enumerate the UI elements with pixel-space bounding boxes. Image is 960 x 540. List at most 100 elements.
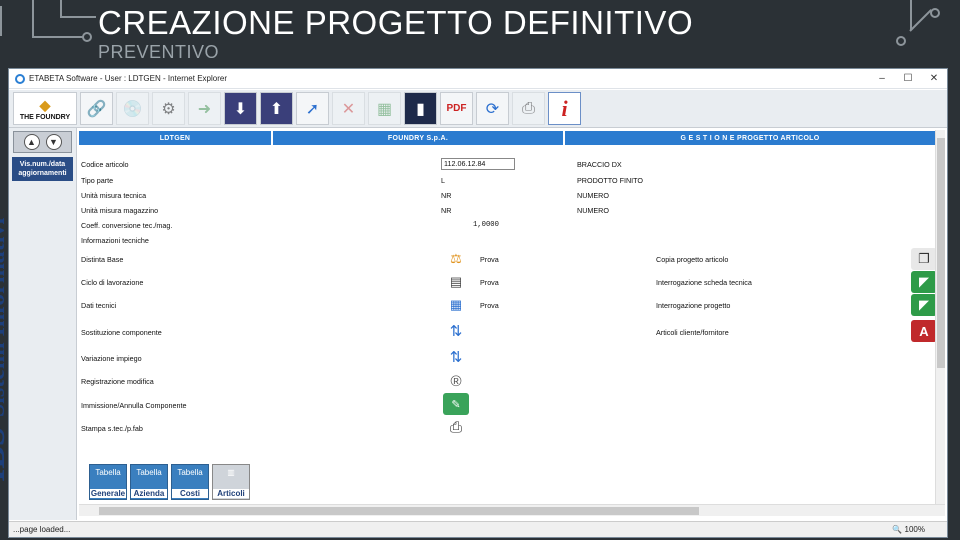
bg-circuit-dot bbox=[896, 36, 906, 46]
bg-circuit-line bbox=[32, 0, 34, 38]
ie-logo-icon bbox=[15, 73, 25, 84]
umm-label: Unità misura magazzino bbox=[81, 206, 159, 215]
bg-circuit-line bbox=[34, 36, 84, 38]
horizontal-scrollbar[interactable] bbox=[79, 504, 945, 516]
registered-icon[interactable]: ® bbox=[443, 370, 469, 392]
prova-link-1[interactable]: Prova bbox=[480, 255, 499, 264]
disc-icon[interactable]: 💿 bbox=[116, 92, 149, 125]
foundry-logo-icon[interactable]: ◆ THE FOUNDRY bbox=[13, 92, 77, 125]
left-panel: ▲ ▼ Vis.num./data aggiornamenti IBS Siste… bbox=[0, 128, 77, 520]
stampa-label[interactable]: Stampa s.tec./p.fab bbox=[81, 424, 143, 433]
tile-bottom: Azienda bbox=[131, 489, 167, 498]
tile-top: ▥ bbox=[227, 468, 235, 477]
immissione-label[interactable]: Immissione/Annulla Componente bbox=[81, 401, 186, 410]
vertical-scrollbar[interactable] bbox=[935, 130, 945, 504]
window-titlebar: ETABETA Software - User : LDTGEN - Inter… bbox=[9, 69, 947, 89]
bg-circuit-line bbox=[0, 6, 2, 36]
dati-icon[interactable]: ▦ bbox=[443, 296, 469, 314]
swap-arrows-icon[interactable]: ⇅ bbox=[443, 320, 469, 342]
tile-bottom: Articoli bbox=[213, 489, 249, 498]
door-icon[interactable]: ▮ bbox=[404, 92, 437, 125]
variazione-label[interactable]: Variazione impiego bbox=[81, 354, 142, 363]
maximize-button[interactable]: ☐ bbox=[895, 73, 921, 84]
header-company: FOUNDRY S.p.A. bbox=[273, 131, 563, 145]
edit-green-icon[interactable]: ✎ bbox=[443, 393, 469, 415]
interr-progetto-label[interactable]: Interrogazione progetto bbox=[656, 301, 730, 310]
tile-generale[interactable]: Tabella Generale bbox=[89, 464, 127, 500]
status-bar: ...page loaded... 🔍 100% bbox=[9, 521, 947, 537]
copy-icon[interactable]: ❐ bbox=[911, 248, 937, 270]
status-text: ...page loaded... bbox=[13, 525, 71, 534]
interr-scheda-icon[interactable]: ◤ bbox=[911, 271, 937, 293]
brand-ibs: IBS bbox=[0, 427, 12, 482]
tile-top: Tabella bbox=[95, 468, 121, 477]
search-arrow-icon[interactable]: ➚ bbox=[296, 92, 329, 125]
prova-link-2[interactable]: Prova bbox=[480, 278, 499, 287]
distinta-label[interactable]: Distinta Base bbox=[81, 255, 123, 264]
tipo-label: Tipo parte bbox=[81, 176, 114, 185]
exit-icon[interactable]: ➜ bbox=[188, 92, 221, 125]
interr-scheda-label[interactable]: Interrogazione scheda tecnica bbox=[656, 278, 752, 287]
copia-label[interactable]: Copia progetto articolo bbox=[656, 255, 728, 264]
ibs-brand: IBS Sistemi Informativi bbox=[0, 192, 13, 482]
refresh-icon[interactable]: ⟳ bbox=[476, 92, 509, 125]
bg-circuit-line bbox=[909, 9, 932, 32]
window-title: ETABETA Software - User : LDTGEN - Inter… bbox=[29, 74, 227, 83]
dati-label[interactable]: Dati tecnici bbox=[81, 301, 116, 310]
print-icon[interactable]: ⎙ bbox=[512, 92, 545, 125]
umm-desc: NUMERO bbox=[577, 206, 609, 215]
scroll-thumb[interactable] bbox=[937, 138, 945, 368]
slide-title: CREAZIONE PROGETTO DEFINITIVO bbox=[98, 4, 694, 41]
tile-articoli[interactable]: ▥ Articoli bbox=[212, 464, 250, 500]
main-content: LDTGEN FOUNDRY S.p.A. G E S T I O N E PR… bbox=[79, 130, 937, 504]
book-down-icon[interactable]: ⬇ bbox=[224, 92, 257, 125]
pdf-icon[interactable]: PDF bbox=[440, 92, 473, 125]
info-tecniche-label: Informazioni tecniche bbox=[81, 236, 149, 245]
swap-arrows-icon-2[interactable]: ⇅ bbox=[443, 346, 469, 368]
umt-value: NR bbox=[441, 191, 452, 200]
tile-costi[interactable]: Tabella Costi bbox=[171, 464, 209, 500]
book-up-icon[interactable]: ⬆ bbox=[260, 92, 293, 125]
info-icon[interactable]: i bbox=[548, 92, 581, 125]
bg-circuit-line bbox=[60, 16, 96, 18]
access-icon[interactable]: A bbox=[911, 320, 937, 342]
link-icon[interactable]: 🔗 bbox=[80, 92, 113, 125]
registrazione-label[interactable]: Registrazione modifica bbox=[81, 377, 154, 386]
delete-icon[interactable]: ✕ bbox=[332, 92, 365, 125]
header-section: G E S T I O N E PROGETTO ARTICOLO bbox=[565, 131, 935, 145]
disc-dim-icon[interactable]: ⚙ bbox=[152, 92, 185, 125]
ciclo-icon[interactable]: ▤ bbox=[443, 273, 469, 291]
tipo-desc: PRODOTTO FINITO bbox=[577, 176, 644, 185]
arrow-down-icon[interactable]: ▼ bbox=[45, 134, 62, 150]
arrow-up-icon[interactable]: ▲ bbox=[23, 134, 40, 150]
close-button[interactable]: ✕ bbox=[921, 73, 947, 84]
printer-icon[interactable]: ⎙ bbox=[443, 416, 469, 438]
tile-top: Tabella bbox=[136, 468, 162, 477]
slide-subtitle: PREVENTIVO bbox=[98, 42, 220, 62]
zoom-level[interactable]: 🔍 100% bbox=[892, 525, 925, 534]
logo-text: THE FOUNDRY bbox=[19, 113, 71, 121]
browser-window: ETABETA Software - User : LDTGEN - Inter… bbox=[0, 68, 948, 538]
brand-text: Sistemi Informativi bbox=[0, 217, 10, 418]
tile-top: Tabella bbox=[177, 468, 203, 477]
codice-input[interactable]: 112.06.12.84 bbox=[441, 158, 515, 170]
minimize-button[interactable]: – bbox=[869, 73, 895, 84]
tile-azienda[interactable]: Tabella Azienda bbox=[130, 464, 168, 500]
prova-link-3[interactable]: Prova bbox=[480, 301, 499, 310]
app-toolbar: ◆ THE FOUNDRY 🔗 💿 ⚙ ➜ ⬇ ⬆ ➚ ✕ ▦ ▮ PDF ⟳ ⎙… bbox=[9, 90, 947, 128]
excel-icon[interactable]: ▦ bbox=[368, 92, 401, 125]
umt-desc: NUMERO bbox=[577, 191, 609, 200]
bg-circuit-line bbox=[60, 0, 62, 16]
distinta-icon[interactable]: ⚖ bbox=[443, 250, 469, 268]
articoli-cliente-label[interactable]: Articoli cliente/fornitore bbox=[656, 328, 729, 337]
tile-bottom: Costi bbox=[172, 489, 208, 498]
ciclo-label[interactable]: Ciclo di lavorazione bbox=[81, 278, 143, 287]
table-tiles: Tabella Generale Tabella Azienda Tabella Co… bbox=[89, 464, 250, 500]
interr-progetto-icon[interactable]: ◤ bbox=[911, 294, 937, 316]
sostituzione-label[interactable]: Sostituzione componente bbox=[81, 328, 162, 337]
codice-label: Codice articolo bbox=[81, 160, 129, 169]
coeff-value: 1,0000 bbox=[473, 221, 499, 229]
bg-circuit-line bbox=[910, 0, 912, 30]
vis-aggiornamenti-button[interactable]: Vis.num./data aggiornamenti bbox=[12, 157, 73, 181]
scroll-thumb-h[interactable] bbox=[99, 507, 699, 515]
